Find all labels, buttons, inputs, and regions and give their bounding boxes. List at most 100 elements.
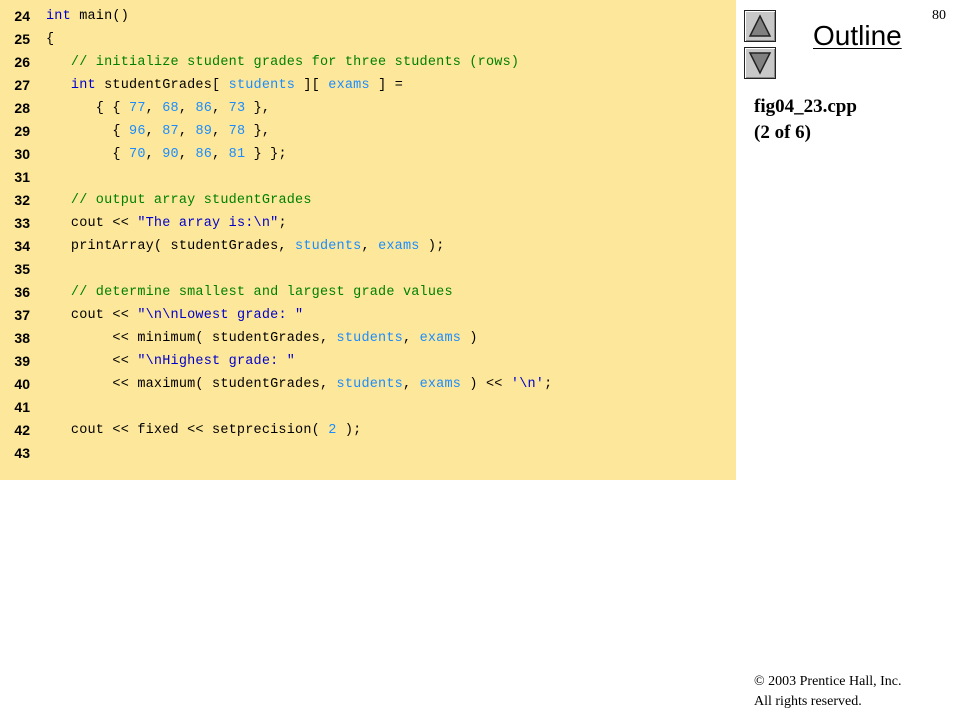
code-token: ) << bbox=[461, 377, 511, 392]
code-token: 2 bbox=[328, 423, 337, 438]
code-token: ); bbox=[336, 423, 362, 438]
code-token: ; bbox=[278, 216, 287, 231]
code-text: << maximum( studentGrades, students, exa… bbox=[46, 373, 552, 396]
code-token: '\n' bbox=[510, 377, 545, 392]
code-token: , bbox=[178, 124, 196, 139]
line-number: 34 bbox=[14, 238, 30, 254]
code-line: 43 bbox=[0, 442, 736, 465]
code-token: 96 bbox=[129, 124, 146, 139]
code-token: exams bbox=[378, 239, 420, 254]
code-token: 77 bbox=[129, 101, 146, 116]
code-token: 68 bbox=[162, 101, 179, 116]
code-token: main() bbox=[70, 9, 130, 24]
code-token: } }; bbox=[245, 147, 287, 162]
rights-line: All rights reserved. bbox=[754, 694, 862, 709]
line-number: 26 bbox=[14, 54, 30, 70]
code-token: cout << fixed << setprecision( bbox=[46, 423, 329, 438]
next-slide-button[interactable] bbox=[744, 47, 776, 79]
code-text: { bbox=[46, 28, 54, 51]
code-text: // output array studentGrades bbox=[46, 189, 312, 212]
code-token: , bbox=[145, 147, 163, 162]
code-text: cout << "\n\nLowest grade: " bbox=[46, 304, 303, 327]
code-text: int studentGrades[ students ][ exams ] = bbox=[46, 74, 403, 97]
code-token: 70 bbox=[129, 147, 146, 162]
code-line: 27 int studentGrades[ students ][ exams … bbox=[0, 74, 736, 97]
code-line: 39 << "\nHighest grade: " bbox=[0, 350, 736, 373]
code-token: int bbox=[70, 78, 96, 93]
code-token: 89 bbox=[195, 124, 213, 139]
line-number: 25 bbox=[14, 31, 30, 47]
outline-link[interactable]: Outline bbox=[813, 20, 902, 52]
code-token: , bbox=[361, 239, 379, 254]
code-token: "\nHighest grade: " bbox=[137, 354, 296, 369]
code-line: 34 printArray( studentGrades, students, … bbox=[0, 235, 736, 258]
code-token: 86 bbox=[195, 147, 213, 162]
code-token: cout << bbox=[46, 308, 138, 323]
line-number: 37 bbox=[14, 307, 30, 323]
triangle-down-icon bbox=[748, 52, 772, 75]
code-token: students bbox=[336, 377, 403, 392]
code-token: 87 bbox=[162, 124, 179, 139]
line-number: 36 bbox=[14, 284, 30, 300]
part-label: (2 of 6) bbox=[754, 122, 811, 143]
code-token: cout << bbox=[46, 216, 138, 231]
code-text: { { 77, 68, 86, 73 }, bbox=[46, 97, 270, 120]
line-number: 29 bbox=[14, 123, 30, 139]
code-token: , bbox=[178, 101, 196, 116]
code-line: 26 // initialize student grades for thre… bbox=[0, 51, 736, 74]
code-token: , bbox=[212, 124, 229, 139]
code-text: printArray( studentGrades, students, exa… bbox=[46, 235, 445, 258]
code-token: exams bbox=[328, 78, 370, 93]
code-token: , bbox=[402, 331, 420, 346]
code-line: 37 cout << "\n\nLowest grade: " bbox=[0, 304, 736, 327]
line-number: 27 bbox=[14, 77, 30, 93]
file-name: fig04_23.cpp bbox=[754, 96, 857, 117]
code-token: "\n\nLowest grade: " bbox=[137, 308, 304, 323]
code-token: , bbox=[402, 377, 420, 392]
copyright-notice: © 2003 Prentice Hall, Inc. All rights re… bbox=[754, 672, 902, 712]
code-text: { 70, 90, 86, 81 } }; bbox=[46, 143, 287, 166]
triangle-up-icon bbox=[748, 14, 772, 37]
code-token: << minimum( studentGrades, bbox=[46, 331, 337, 346]
code-token: << bbox=[46, 354, 138, 369]
code-token: // determine smallest and largest grade … bbox=[70, 285, 453, 300]
code-line: 36 // determine smallest and largest gra… bbox=[0, 281, 736, 304]
line-number: 39 bbox=[14, 353, 30, 369]
code-text: { 96, 87, 89, 78 }, bbox=[46, 120, 270, 143]
code-text: // initialize student grades for three s… bbox=[46, 51, 519, 74]
line-number: 28 bbox=[14, 100, 30, 116]
code-token: ; bbox=[544, 377, 553, 392]
code-token: printArray( studentGrades, bbox=[46, 239, 296, 254]
code-line: 41 bbox=[0, 396, 736, 419]
code-token: students bbox=[336, 331, 403, 346]
code-token: , bbox=[212, 101, 229, 116]
code-token: // output array studentGrades bbox=[70, 193, 312, 208]
code-token: ] = bbox=[369, 78, 404, 93]
code-text: cout << fixed << setprecision( 2 ); bbox=[46, 419, 361, 442]
code-line: 30 { 70, 90, 86, 81 } }; bbox=[0, 143, 736, 166]
code-token: << maximum( studentGrades, bbox=[46, 377, 337, 392]
code-token: }, bbox=[245, 101, 271, 116]
code-text: << "\nHighest grade: " bbox=[46, 350, 295, 373]
previous-slide-button[interactable] bbox=[744, 10, 776, 42]
code-token: { { bbox=[46, 101, 130, 116]
code-line: 38 << minimum( studentGrades, students, … bbox=[0, 327, 736, 350]
code-line: 32 // output array studentGrades bbox=[0, 189, 736, 212]
code-token: 81 bbox=[228, 147, 246, 162]
page-number: 80 bbox=[932, 8, 946, 23]
line-number: 40 bbox=[14, 376, 30, 392]
code-line: 31 bbox=[0, 166, 736, 189]
line-number: 31 bbox=[14, 169, 30, 185]
code-token: exams bbox=[419, 331, 462, 346]
code-token: students bbox=[228, 78, 296, 93]
code-line: 24 int main() bbox=[0, 5, 736, 28]
copyright-line: © 2003 Prentice Hall, Inc. bbox=[754, 674, 902, 689]
code-token: , bbox=[145, 124, 163, 139]
code-token: , bbox=[212, 147, 229, 162]
code-token: 73 bbox=[228, 101, 246, 116]
code-text: << minimum( studentGrades, students, exa… bbox=[46, 327, 478, 350]
code-token: ][ bbox=[295, 78, 329, 93]
